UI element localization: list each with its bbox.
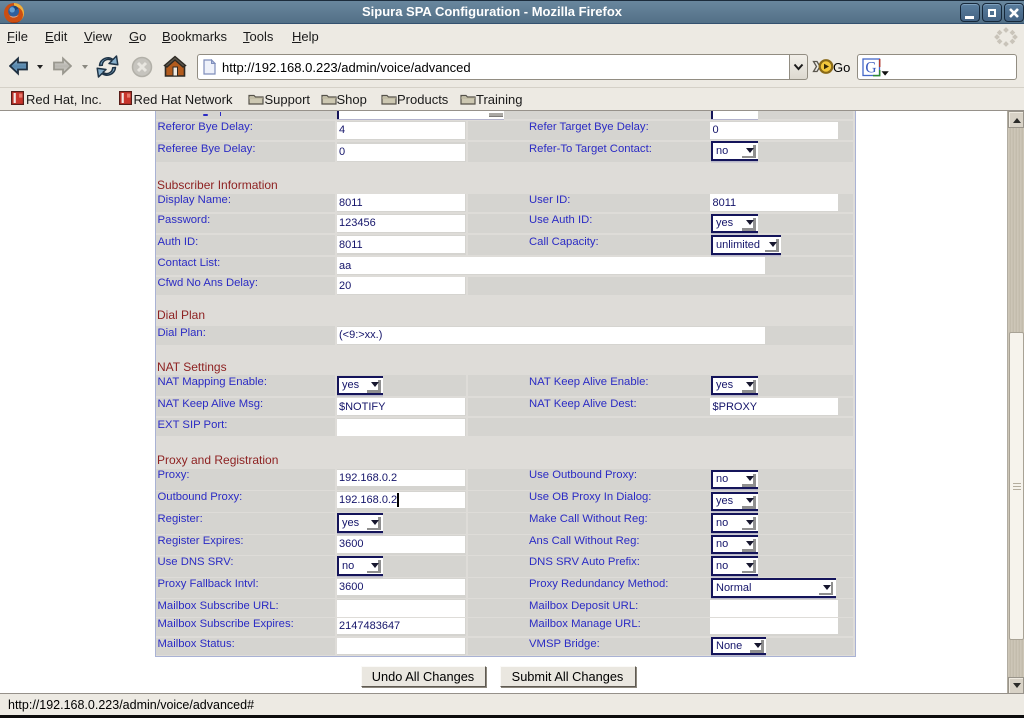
svg-text:G: G (865, 60, 876, 77)
